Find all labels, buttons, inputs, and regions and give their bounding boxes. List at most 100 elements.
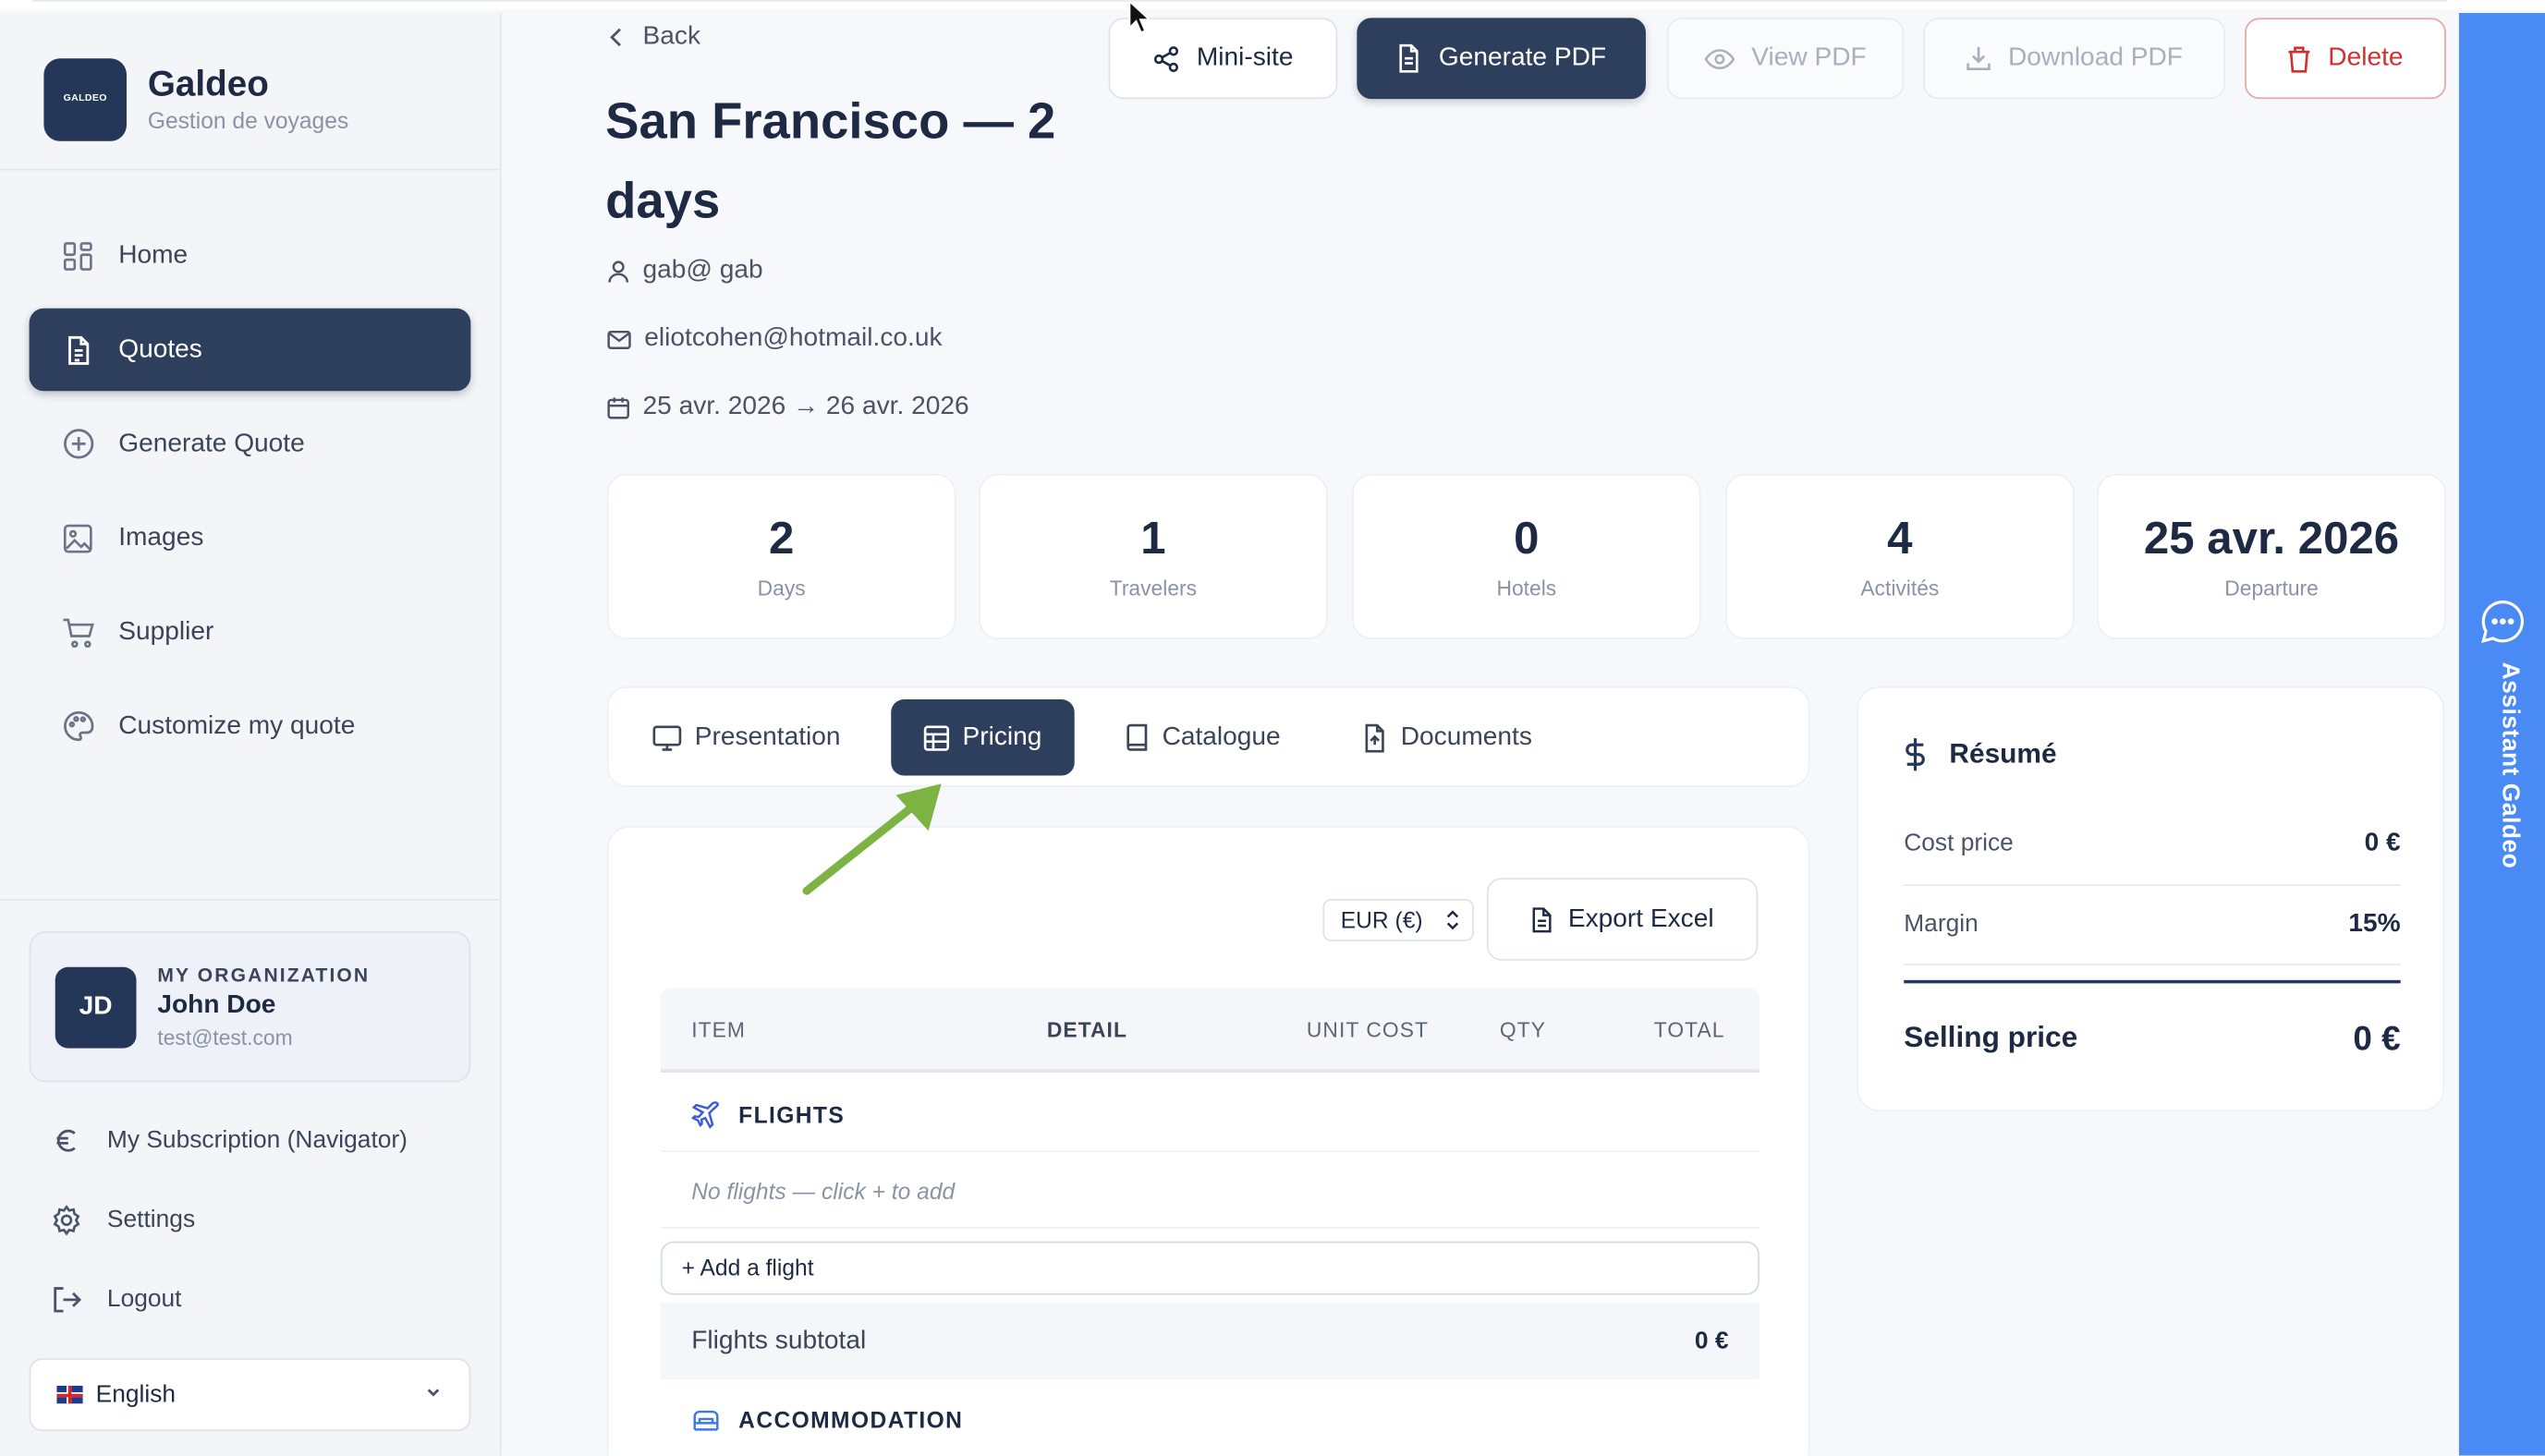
- margin-row: Margin 15%: [1904, 910, 2400, 940]
- flights-subtotal-row: Flights subtotal 0 €: [660, 1303, 1760, 1379]
- nav-item-home[interactable]: Home: [30, 214, 471, 297]
- nav-item-label: Supplier: [118, 617, 214, 646]
- selling-price-value: 0 €: [2353, 1020, 2401, 1059]
- stat-value: 0: [1514, 513, 1540, 564]
- chat-icon: [2480, 599, 2526, 644]
- view-pdf-label: View PDF: [1751, 43, 1867, 72]
- logout-icon: [49, 1281, 85, 1317]
- chevron-left-icon: [607, 26, 627, 49]
- cost-price-value: 0 €: [2364, 829, 2401, 857]
- avatar: JD: [55, 965, 137, 1048]
- generate-pdf-button[interactable]: Generate PDF: [1357, 18, 1646, 100]
- currency-select[interactable]: EUR (€): [1322, 899, 1474, 941]
- stat-label: Hotels: [1496, 576, 1557, 601]
- export-label: Export Excel: [1567, 904, 1714, 933]
- euro-icon: [49, 1122, 85, 1159]
- account-nav: My Subscription (Navigator) Settings Log…: [49, 1100, 471, 1339]
- column-header-detail: DETAIL: [1046, 1017, 1127, 1042]
- user-email: test@test.com: [157, 1025, 293, 1050]
- divider: [0, 899, 500, 901]
- stat-label: Travelers: [1109, 576, 1198, 601]
- organization-card[interactable]: JD MY ORGANIZATION John Doe test@test.co…: [29, 931, 471, 1083]
- download-icon: [1966, 45, 1991, 71]
- tab-catalogue[interactable]: Catalogue: [1125, 699, 1281, 776]
- brand[interactable]: GALDEO Galdeo Gestion de voyages: [43, 56, 348, 140]
- tab-pricing[interactable]: Pricing: [891, 698, 1075, 776]
- plus-circle-icon: [60, 426, 96, 462]
- nav-item-label: Generate Quote: [118, 429, 305, 457]
- logout-link[interactable]: Logout: [49, 1259, 471, 1339]
- palette-icon: [60, 709, 96, 745]
- client-email-text: eliotcohen@hotmail.co.uk: [644, 324, 943, 353]
- nav-item-images[interactable]: Images: [30, 496, 471, 579]
- client-email: eliotcohen@hotmail.co.uk: [607, 324, 943, 354]
- nav-item-label: Customize my quote: [118, 711, 356, 740]
- section-flights: FLIGHTS: [661, 1100, 1760, 1130]
- stat-value: 2: [769, 513, 795, 564]
- back-label: Back: [642, 22, 701, 51]
- bed-icon: [691, 1407, 721, 1433]
- brand-name: Galdeo: [147, 63, 269, 104]
- share-icon: [1152, 44, 1180, 72]
- nav-item-label: Quotes: [118, 334, 202, 363]
- summary-panel: Résumé Cost price 0 € Margin 15% Selling…: [1857, 686, 2445, 1112]
- view-pdf-button[interactable]: View PDF: [1666, 18, 1905, 100]
- org-label: MY ORGANIZATION: [157, 963, 371, 987]
- document-icon: [1396, 43, 1422, 73]
- column-header-item: ITEM: [691, 1017, 746, 1042]
- stat-travelers: 1 Travelers: [979, 473, 1328, 640]
- download-pdf-button[interactable]: Download PDF: [1923, 18, 2225, 100]
- stat-value: 1: [1140, 513, 1166, 564]
- nav-item-generate-quote[interactable]: Generate Quote: [30, 403, 471, 486]
- margin-value: 15%: [2348, 910, 2401, 939]
- quote-tabs: Presentation Pricing Catalogue Documents: [606, 686, 1810, 787]
- tab-documents[interactable]: Documents: [1362, 699, 1532, 776]
- add-flight-button[interactable]: + Add a flight: [660, 1241, 1760, 1295]
- column-header-qty: QTY: [1499, 1017, 1547, 1042]
- nav-item-label: Home: [118, 240, 189, 269]
- export-excel-button[interactable]: Export Excel: [1486, 878, 1759, 961]
- subtotal-value: 0 €: [1694, 1327, 1729, 1355]
- divider: [1904, 964, 2401, 966]
- trash-icon: [2287, 44, 2311, 72]
- nav-item-quotes[interactable]: Quotes: [29, 308, 471, 392]
- summary-title: Résumé: [1904, 736, 2057, 772]
- tab-label: Presentation: [694, 722, 841, 751]
- stat-departure: 25 avr. 2026 Departure: [2097, 473, 2446, 640]
- document-icon: [1530, 906, 1553, 932]
- section-title: ACCOMMODATION: [738, 1406, 964, 1433]
- settings-link[interactable]: Settings: [49, 1180, 471, 1259]
- grid-icon: [60, 237, 96, 273]
- chevron-down-icon: [423, 1381, 443, 1409]
- assistant-tab[interactable]: Assistant Galdeo: [2458, 13, 2545, 1456]
- image-icon: [60, 520, 96, 556]
- tab-presentation[interactable]: Presentation: [652, 699, 841, 776]
- minisite-label: Mini-site: [1196, 43, 1294, 72]
- nav-item-label: Images: [118, 523, 204, 552]
- trip-dates: 25 avr. 2026 → 26 avr. 2026: [607, 393, 969, 422]
- back-link[interactable]: Back: [607, 23, 700, 53]
- stat-label: Departure: [2224, 576, 2319, 601]
- nav-item-customize[interactable]: Customize my quote: [30, 685, 471, 768]
- table-icon: [923, 724, 950, 750]
- page-title: San Francisco — 2 days: [605, 92, 1056, 229]
- top-bar: [0, 0, 2545, 10]
- tab-label: Pricing: [962, 722, 1042, 751]
- download-pdf-label: Download PDF: [2007, 43, 2183, 72]
- chevron-updown-icon: [1444, 907, 1461, 933]
- brand-logo: GALDEO: [43, 57, 127, 140]
- summary-title-text: Résumé: [1949, 738, 2057, 770]
- stat-label: Days: [757, 576, 806, 601]
- settings-label: Settings: [106, 1205, 196, 1233]
- dollar-icon: [1904, 736, 1927, 772]
- gear-icon: [49, 1202, 85, 1238]
- nav-item-supplier[interactable]: Supplier: [30, 590, 471, 673]
- main-nav: Home Quotes Generate Quote Images Suppli…: [29, 214, 471, 779]
- divider: [0, 168, 500, 171]
- delete-button[interactable]: Delete: [2245, 18, 2446, 100]
- stat-activities: 4 Activités: [1725, 473, 2075, 640]
- subscription-label: My Subscription (Navigator): [106, 1125, 408, 1154]
- stat-value: 25 avr. 2026: [2143, 513, 2400, 564]
- subscription-link[interactable]: My Subscription (Navigator): [49, 1100, 471, 1180]
- language-select[interactable]: English: [29, 1358, 471, 1432]
